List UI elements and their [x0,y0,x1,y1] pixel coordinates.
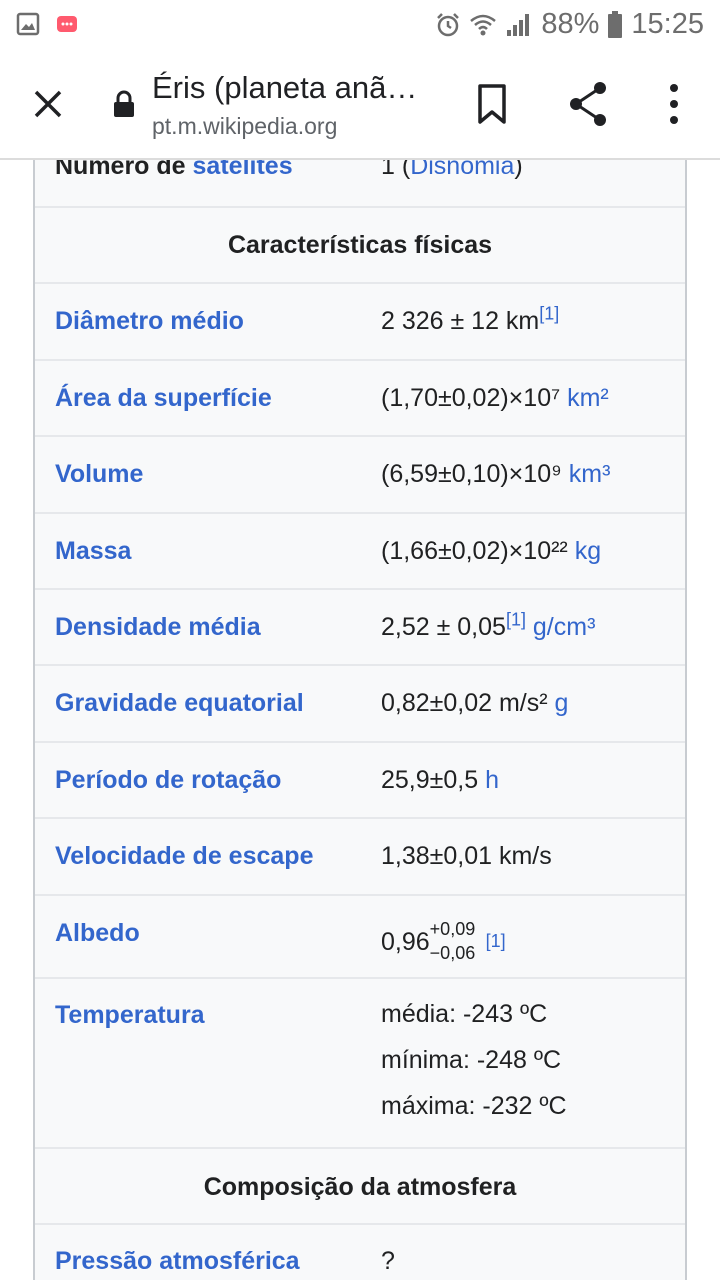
row-label[interactable]: Velocidade de escape [55,842,313,871]
infobox: Número de satélites 1 (Disnomia) Caracte… [33,160,687,1280]
row-label: Número de satélites [55,160,293,181]
gallery-notification-icon [16,12,40,36]
row-value: média: -243 ºC mínima: -248 ºC máxima: -… [381,1000,567,1120]
row-density: Densidade média 2,52 ± 0,05[1] g/cm³ [35,590,685,666]
row-label[interactable]: Diâmetro médio [55,307,244,336]
page-title[interactable]: Éris (planeta anã… [152,70,432,106]
app-notification-icon [57,16,77,32]
row-label[interactable]: Pressão atmosférica [55,1247,300,1276]
close-icon[interactable] [26,82,70,126]
row-value: (1,66±0,02)×10²² kg [381,537,602,565]
unit-link[interactable]: km³ [569,460,611,488]
row-gravity: Gravidade equatorial 0,82±0,02 m/s² g [35,666,685,743]
row-mass: Massa (1,66±0,02)×10²² kg [35,514,685,590]
battery-percent: 88% [541,8,600,40]
row-label[interactable]: Período de rotação [55,766,281,795]
section-header-atmosphere: Composição da atmosfera [35,1149,685,1225]
satellites-link[interactable]: satélites [193,160,293,180]
row-value: 2 326 ± 12 km[1] [381,303,560,335]
section-header-physical: Características físicas [35,208,685,284]
unit-link[interactable]: h [485,766,499,794]
row-label[interactable]: Temperatura [55,1001,205,1030]
reference-link[interactable]: [1] [486,931,506,951]
dysnomia-link[interactable]: Disnomia [410,160,514,180]
row-value: 0,82±0,02 m/s² g [381,689,569,717]
row-label[interactable]: Volume [55,460,143,489]
reference-link[interactable]: [1] [506,610,526,630]
row-value: (1,70±0,02)×10⁷ km² [381,384,609,412]
page-content[interactable]: Número de satélites 1 (Disnomia) Caracte… [0,160,720,1280]
row-value: 1,38±0,01 km/s [381,842,552,870]
row-surface-area: Área da superfície (1,70±0,02)×10⁷ km² [35,361,685,437]
battery-icon [608,10,623,38]
wifi-icon [470,14,497,35]
reference-link[interactable]: [1] [539,304,559,324]
alarm-icon [437,12,460,36]
signal-icon [507,13,530,36]
row-value: 2,52 ± 0,05[1] g/cm³ [381,609,596,641]
unit-link[interactable]: g/cm³ [526,613,596,641]
share-icon[interactable] [566,80,610,128]
row-value: ? [381,1247,395,1275]
unit-link[interactable]: g [555,689,569,717]
row-pressure: Pressão atmosférica ? [35,1225,685,1280]
page-url[interactable]: pt.m.wikipedia.org [152,113,337,140]
browser-toolbar: Éris (planeta anã… pt.m.wikipedia.org [0,50,720,160]
row-value: 0,96 +0,09 −0,06 [1] [381,919,506,964]
row-label[interactable]: Densidade média [55,613,261,642]
clock: 15:25 [631,8,704,40]
bookmark-icon[interactable] [472,82,512,126]
row-satellites: Número de satélites 1 (Disnomia) [35,160,685,208]
row-label[interactable]: Massa [55,537,131,566]
row-value: 1 (Disnomia) [381,160,523,181]
lock-icon [114,90,134,117]
row-albedo: Albedo 0,96 +0,09 −0,06 [1] [35,896,685,979]
row-volume: Volume (6,59±0,10)×10⁹ km³ [35,437,685,514]
status-bar: 88% 15:25 [0,0,720,50]
row-label[interactable]: Gravidade equatorial [55,689,304,718]
row-temperature: Temperatura média: -243 ºC mínima: -248 … [35,979,685,1149]
row-diameter: Diâmetro médio 2 326 ± 12 km[1] [35,284,685,361]
row-value: (6,59±0,10)×10⁹ km³ [381,460,611,488]
row-label[interactable]: Área da superfície [55,384,272,413]
unit-link[interactable]: km² [567,384,609,412]
more-options-icon[interactable] [662,80,686,128]
row-rotation: Período de rotação 25,9±0,5 h [35,743,685,819]
row-value: 25,9±0,5 h [381,766,499,794]
row-label[interactable]: Albedo [55,919,140,948]
row-escape-velocity: Velocidade de escape 1,38±0,01 km/s [35,819,685,896]
unit-link[interactable]: kg [575,537,601,565]
